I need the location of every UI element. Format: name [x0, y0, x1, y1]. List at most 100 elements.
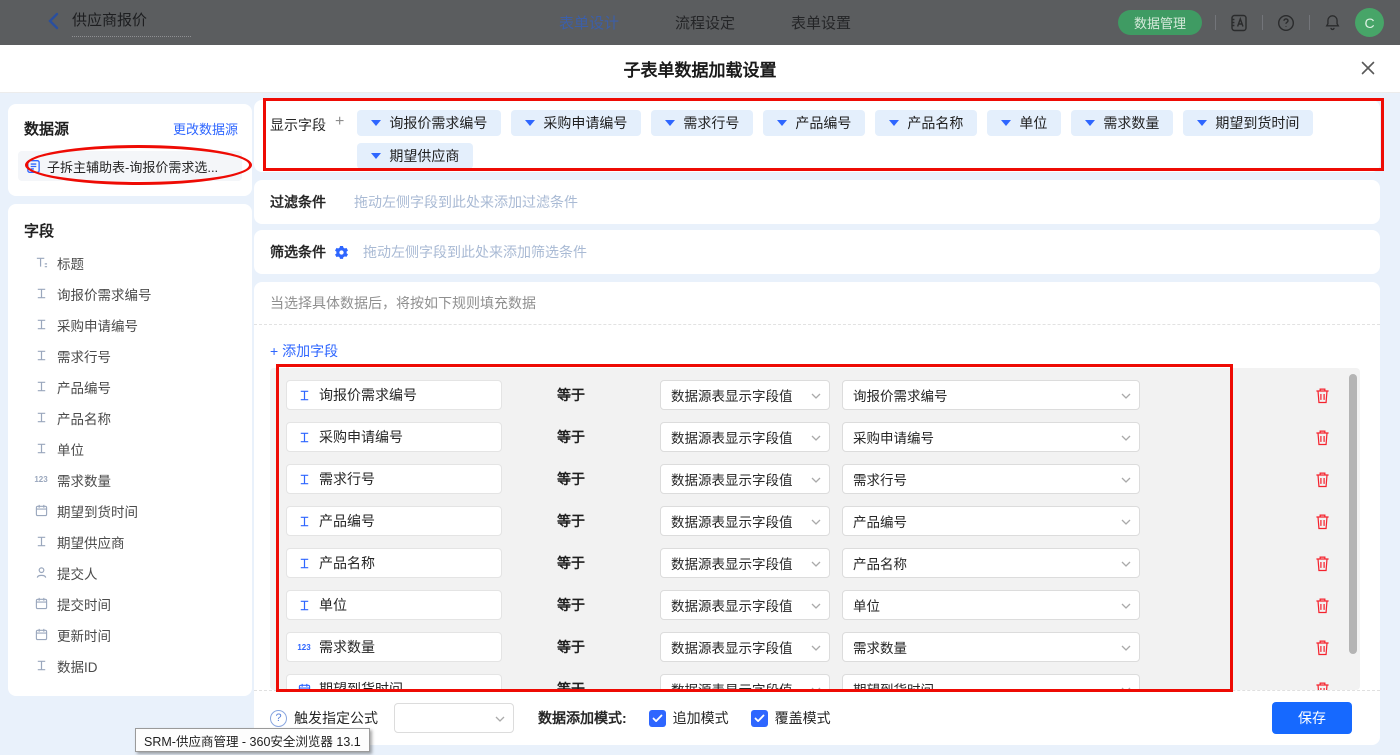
notification-bell-icon[interactable] [1323, 13, 1342, 32]
triangle-down-icon[interactable] [665, 120, 675, 126]
trash-icon[interactable] [1315, 513, 1330, 530]
trash-icon[interactable] [1315, 639, 1330, 656]
tab-form-settings[interactable]: 表单设置 [791, 12, 851, 33]
sidebar-field-item[interactable]: 期望到货时间 [8, 495, 252, 526]
triangle-down-icon[interactable] [371, 120, 381, 126]
rule-field-box[interactable]: 采购申请编号 [286, 422, 502, 452]
rule-field-box[interactable]: 期望到货时间 [286, 674, 502, 690]
display-field-chip[interactable]: 需求数量 [1071, 110, 1173, 136]
sidebar-field-item[interactable]: 标题 [8, 247, 252, 278]
trash-icon[interactable] [1315, 597, 1330, 614]
rule-field-box[interactable]: 询报价需求编号 [286, 380, 502, 410]
rule-field-box[interactable]: 需求行号 [286, 464, 502, 494]
data-manage-button[interactable]: 数据管理 [1118, 10, 1202, 35]
sidebar-field-item[interactable]: 123需求数量 [8, 464, 252, 495]
display-field-chip[interactable]: 询报价需求编号 [357, 110, 501, 136]
tab-flow-settings[interactable]: 流程设定 [675, 12, 735, 33]
formula-select[interactable] [394, 703, 514, 733]
gear-icon[interactable] [334, 245, 349, 260]
rule-value-select[interactable]: 需求行号 [842, 464, 1140, 494]
form-name-title[interactable]: 供应商报价 [72, 9, 191, 37]
close-icon[interactable] [1360, 60, 1376, 76]
trash-icon[interactable] [1315, 471, 1330, 488]
rule-row: 需求行号等于数据源表显示字段值需求行号 [270, 464, 1360, 494]
sidebar-field-item[interactable]: 询报价需求编号 [8, 278, 252, 309]
display-field-chip[interactable]: 单位 [987, 110, 1061, 136]
triangle-down-icon[interactable] [889, 120, 899, 126]
trash-icon[interactable] [1315, 555, 1330, 572]
translate-icon[interactable] [1229, 13, 1249, 33]
rule-field-box[interactable]: 单位 [286, 590, 502, 620]
trash-icon[interactable] [1315, 387, 1330, 404]
rule-value-select[interactable]: 采购申请编号 [842, 422, 1140, 452]
display-field-chip[interactable]: 期望供应商 [357, 143, 473, 169]
chevron-down-icon [811, 603, 821, 609]
chip-label: 期望供应商 [389, 146, 459, 166]
add-display-field-icon[interactable]: + [335, 113, 344, 131]
question-circle-icon[interactable]: ? [270, 710, 287, 727]
append-mode-checkbox[interactable]: 追加模式 [649, 708, 729, 728]
triangle-down-icon[interactable] [1197, 120, 1207, 126]
rule-value-select[interactable]: 需求数量 [842, 632, 1140, 662]
triangle-down-icon[interactable] [1001, 120, 1011, 126]
rule-value-select[interactable]: 单位 [842, 590, 1140, 620]
rule-value-select[interactable]: 产品名称 [842, 548, 1140, 578]
display-field-chip[interactable]: 期望到货时间 [1183, 110, 1313, 136]
back-chevron-icon[interactable] [46, 12, 62, 35]
display-field-chip[interactable]: 产品编号 [763, 110, 865, 136]
triangle-down-icon[interactable] [525, 120, 535, 126]
change-datasource-link[interactable]: 更改数据源 [173, 119, 238, 138]
scrollbar-thumb[interactable] [1349, 374, 1357, 654]
sidebar-field-item[interactable]: 提交时间 [8, 588, 252, 619]
triangle-down-icon[interactable] [1085, 120, 1095, 126]
rule-field-box[interactable]: 产品编号 [286, 506, 502, 536]
rule-source-value: 数据源表显示字段值 [671, 427, 793, 447]
help-icon[interactable] [1276, 13, 1296, 33]
tab-form-design[interactable]: 表单设计 [559, 12, 619, 33]
sidebar-field-item[interactable]: 产品编号 [8, 371, 252, 402]
checkbox-checked-icon[interactable] [649, 710, 666, 727]
rule-source-select[interactable]: 数据源表显示字段值 [660, 422, 830, 452]
rule-source-select[interactable]: 数据源表显示字段值 [660, 590, 830, 620]
rule-source-select[interactable]: 数据源表显示字段值 [660, 380, 830, 410]
sidebar-field-item[interactable]: 需求行号 [8, 340, 252, 371]
add-field-button[interactable]: + 添加字段 [254, 325, 374, 361]
trash-icon[interactable] [1315, 681, 1330, 691]
triangle-down-icon[interactable] [777, 120, 787, 126]
screening-condition-card[interactable]: 筛选条件 拖动左侧字段到此处来添加筛选条件 [254, 230, 1380, 274]
sidebar-field-item[interactable]: 期望供应商 [8, 526, 252, 557]
rule-field-box[interactable]: 123需求数量 [286, 632, 502, 662]
data-add-mode-label: 数据添加模式: [538, 708, 627, 728]
display-field-chip[interactable]: 需求行号 [651, 110, 753, 136]
nav-back-group[interactable]: 供应商报价 [46, 9, 191, 37]
filter-condition-card[interactable]: 过滤条件 拖动左侧字段到此处来添加过滤条件 [254, 180, 1380, 224]
rule-value-select[interactable]: 询报价需求编号 [842, 380, 1140, 410]
rule-source-select[interactable]: 数据源表显示字段值 [660, 506, 830, 536]
datasource-item[interactable]: 子拆主辅助表-询报价需求选... [18, 151, 242, 181]
triangle-down-icon[interactable] [371, 153, 381, 159]
user-avatar[interactable]: C [1355, 8, 1384, 37]
sidebar-field-item[interactable]: 单位 [8, 433, 252, 464]
rule-source-select[interactable]: 数据源表显示字段值 [660, 548, 830, 578]
sidebar-field-item[interactable]: 数据ID [8, 650, 252, 681]
rule-value: 需求行号 [853, 469, 907, 489]
overwrite-mode-checkbox[interactable]: 覆盖模式 [751, 708, 831, 728]
save-button[interactable]: 保存 [1272, 702, 1352, 734]
checkbox-checked-icon[interactable] [751, 710, 768, 727]
rules-area: 询报价需求编号等于数据源表显示字段值询报价需求编号采购申请编号等于数据源表显示字… [270, 368, 1360, 690]
display-field-chip[interactable]: 采购申请编号 [511, 110, 641, 136]
rule-value-select[interactable]: 期望到货时间 [842, 674, 1140, 690]
rule-source-select[interactable]: 数据源表显示字段值 [660, 464, 830, 494]
sidebar-field-item[interactable]: 采购申请编号 [8, 309, 252, 340]
rule-source-select[interactable]: 数据源表显示字段值 [660, 632, 830, 662]
trash-icon[interactable] [1315, 429, 1330, 446]
rule-value-select[interactable]: 产品编号 [842, 506, 1140, 536]
sidebar-field-item[interactable]: 提交人 [8, 557, 252, 588]
fields-card: 字段 标题询报价需求编号采购申请编号需求行号产品编号产品名称单位123需求数量期… [8, 204, 252, 696]
rule-source-select[interactable]: 数据源表显示字段值 [660, 674, 830, 690]
sidebar-field-item[interactable]: 更新时间 [8, 619, 252, 650]
display-field-chip[interactable]: 产品名称 [875, 110, 977, 136]
rule-value: 询报价需求编号 [853, 385, 948, 405]
sidebar-field-item[interactable]: 产品名称 [8, 402, 252, 433]
rule-field-box[interactable]: 产品名称 [286, 548, 502, 578]
